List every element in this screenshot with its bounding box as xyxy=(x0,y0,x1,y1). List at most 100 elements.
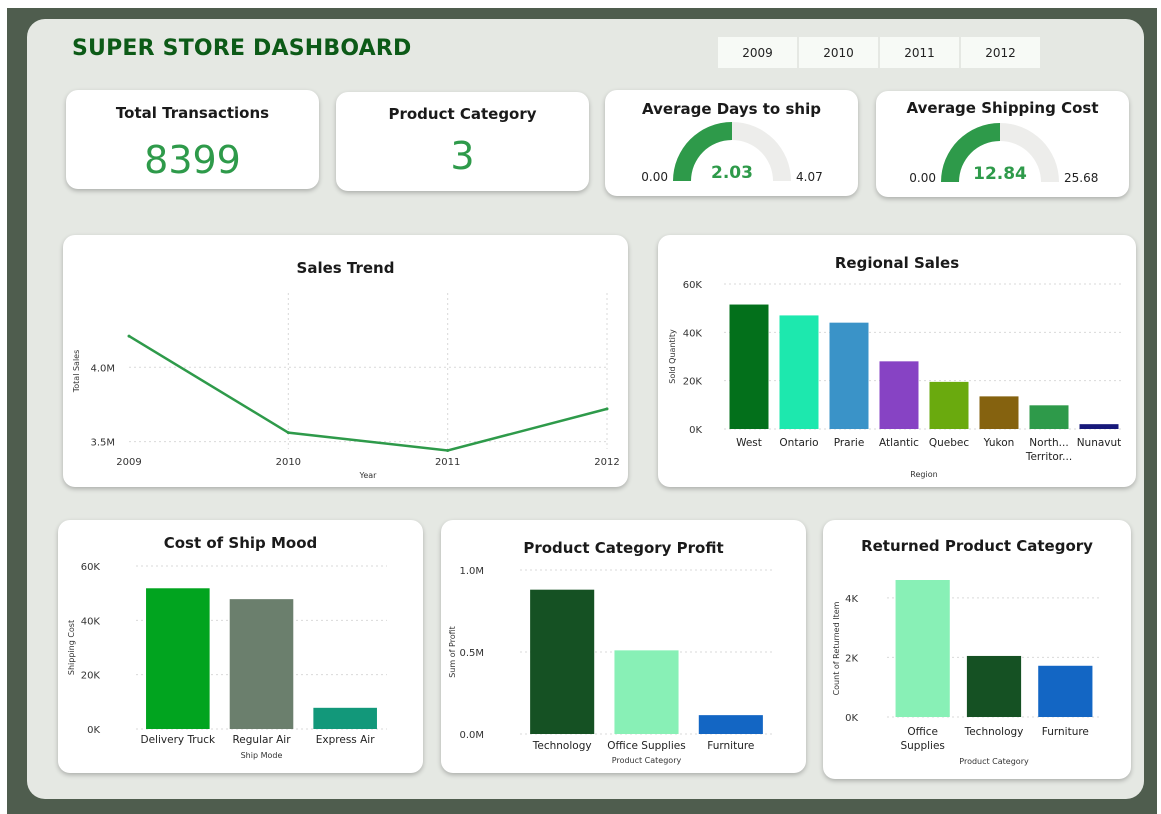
category-label: Furniture xyxy=(707,740,754,752)
category-label: Office xyxy=(907,726,938,738)
sales-trend-line xyxy=(128,335,608,452)
y-tick-label: 20K xyxy=(81,671,101,682)
y-axis-title: Count of Returned Item xyxy=(832,601,841,695)
bar xyxy=(895,580,950,717)
x-axis-title: Ship Mode xyxy=(241,751,283,760)
y-tick-label: 40K xyxy=(81,616,101,627)
gauge-max: 25.68 xyxy=(1064,171,1098,185)
bar xyxy=(146,588,210,729)
kpi-card-avg-shipping-cost[interactable]: Average Shipping Cost 12.84 0.00 25.68 xyxy=(876,91,1129,197)
year-button-2010[interactable]: 2010 xyxy=(799,37,878,68)
category-label: Express Air xyxy=(316,734,375,746)
gauge-value: 2.03 xyxy=(711,163,753,183)
bar xyxy=(729,304,769,429)
y-axis-title: Sum of Profit xyxy=(448,626,457,678)
y-tick-label: 4.0M xyxy=(90,363,115,374)
returned-product-category-card[interactable]: Returned Product Category 0K 2K 4K Office Su… xyxy=(823,520,1131,779)
y-tick-label: 20K xyxy=(683,377,703,388)
bar xyxy=(614,650,679,734)
bar xyxy=(229,599,294,729)
bar xyxy=(1038,665,1093,717)
kpi-label: Total Transactions xyxy=(115,104,270,122)
sales-trend-card[interactable]: Sales Trend 3.5M 4.0M 2009 2010 2011 2012 Year… xyxy=(63,235,628,487)
cost-of-ship-mode-card[interactable]: Cost of Ship Mood 0K 20K 40K 60K Delivery Tr… xyxy=(58,520,423,773)
y-tick-label: 40K xyxy=(683,328,703,339)
sales-trend-chart: 3.5M 4.0M 2009 2010 2011 2012 Year Total Sales xyxy=(72,293,620,480)
y-tick-label: 0K xyxy=(87,725,100,736)
category-label: Territor... xyxy=(1025,451,1072,463)
data-point xyxy=(446,448,450,452)
category-label: Nunavut xyxy=(1077,437,1122,449)
y-tick-label: 0K xyxy=(689,425,702,436)
category-label: Quebec xyxy=(929,437,970,449)
regional-sales-card[interactable]: Regional Sales 0K 20K 40K 60K West Ontario Pra… xyxy=(658,235,1136,487)
category-label: Atlantic xyxy=(879,437,919,449)
year-slicer: 2009 2010 2011 2012 xyxy=(718,37,1042,68)
y-axis-title: Shipping Cost xyxy=(67,620,76,675)
category-label: Technology xyxy=(964,726,1024,738)
year-button-2009[interactable]: 2009 xyxy=(718,37,797,68)
kpi-value: 3 xyxy=(450,134,475,178)
category-label: Yukon xyxy=(983,437,1015,449)
x-axis-title: Product Category xyxy=(959,757,1029,766)
bar xyxy=(979,396,1019,429)
gauge-min: 0.00 xyxy=(641,170,668,184)
bar xyxy=(779,315,819,429)
x-axis-title: Year xyxy=(359,471,378,480)
gauge-max: 4.07 xyxy=(796,170,823,184)
kpi-card-avg-days-to-ship[interactable]: Average Days to ship 2.03 0.00 4.07 xyxy=(605,90,858,196)
y-tick-label: 1.0M xyxy=(459,566,484,577)
bar xyxy=(829,322,869,429)
category-label: Ontario xyxy=(779,437,818,449)
product-category-profit-card[interactable]: Product Category Profit 0.0M 0.5M 1.0M Tech… xyxy=(441,520,806,773)
profit-chart: 0.0M 0.5M 1.0M Technology Office Supplies Fur… xyxy=(448,566,773,765)
bar xyxy=(1079,424,1119,429)
category-label: Supplies xyxy=(900,740,944,752)
bar xyxy=(313,707,377,729)
category-label: Delivery Truck xyxy=(141,734,217,746)
y-tick-label: 3.5M xyxy=(90,438,115,449)
x-tick-label: 2012 xyxy=(594,457,619,468)
y-tick-label: 0.5M xyxy=(459,648,484,659)
category-label: Technology xyxy=(532,740,592,752)
category-label: Regular Air xyxy=(232,734,291,746)
bar xyxy=(698,715,763,734)
data-point xyxy=(286,431,290,435)
bar xyxy=(929,381,969,429)
category-label: West xyxy=(736,437,762,449)
x-axis-title: Product Category xyxy=(612,756,682,765)
gauge-chart: 2.03 0.00 4.07 xyxy=(641,122,823,184)
y-axis-title: Total Sales xyxy=(72,350,81,394)
kpi-value: 8399 xyxy=(144,138,241,182)
kpi-card-total-transactions[interactable]: Total Transactions 8399 xyxy=(66,90,319,189)
kpi-label: Product Category xyxy=(388,105,537,123)
bar xyxy=(879,361,919,429)
category-label: North... xyxy=(1029,437,1068,449)
y-tick-label: 60K xyxy=(81,562,101,573)
x-axis-title: Region xyxy=(910,470,937,479)
year-button-2011[interactable]: 2011 xyxy=(880,37,959,68)
data-point xyxy=(127,334,131,338)
bar xyxy=(1029,405,1069,429)
category-label: Office Supplies xyxy=(607,740,685,752)
ship-cost-chart: 0K 20K 40K 60K Delivery Truck Regular Air Expr… xyxy=(67,562,387,760)
y-axis-title: Sold Quantity xyxy=(668,329,677,384)
y-tick-label: 4K xyxy=(845,594,858,605)
x-tick-label: 2010 xyxy=(276,457,301,468)
regional-sales-chart: 0K 20K 40K 60K West Ontario Prarie Atlantic Queb… xyxy=(668,280,1124,479)
year-button-2012[interactable]: 2012 xyxy=(961,37,1040,68)
page-title: SUPER STORE DASHBOARD xyxy=(72,36,412,61)
data-point xyxy=(605,407,609,411)
x-tick-label: 2009 xyxy=(116,457,141,468)
x-tick-label: 2011 xyxy=(435,457,460,468)
category-label: Furniture xyxy=(1042,726,1089,738)
gauge-chart: 12.84 0.00 25.68 xyxy=(909,123,1098,185)
y-tick-label: 0.0M xyxy=(459,730,484,741)
kpi-card-product-category[interactable]: Product Category 3 xyxy=(336,92,589,191)
bar xyxy=(966,655,1022,717)
y-tick-label: 60K xyxy=(683,280,703,291)
gauge-value: 12.84 xyxy=(973,164,1027,184)
bar xyxy=(530,589,595,734)
category-label: Prarie xyxy=(834,437,865,449)
y-tick-label: 0K xyxy=(845,713,858,724)
